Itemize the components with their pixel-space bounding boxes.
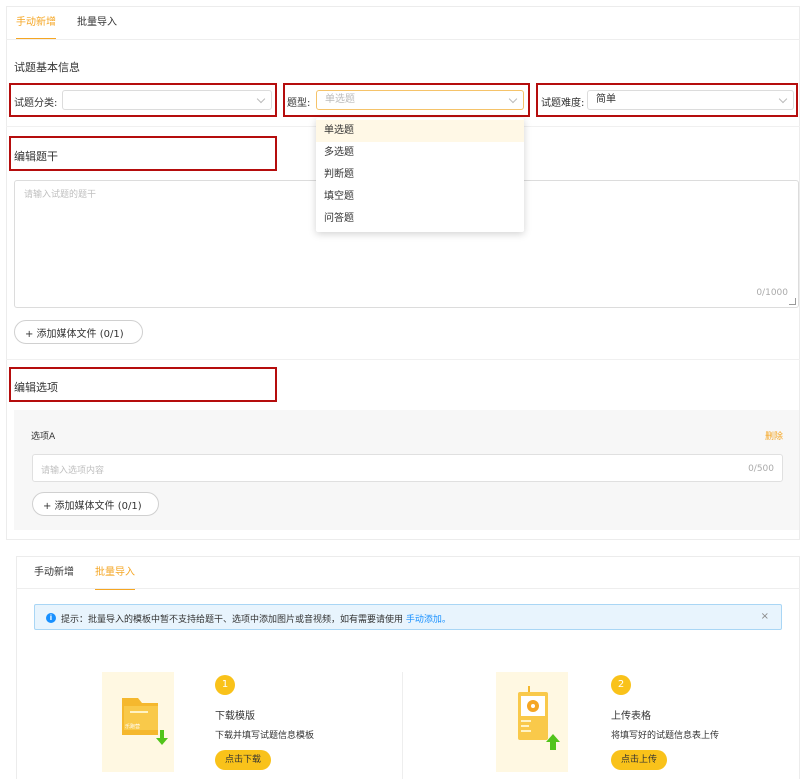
tab-manual-add[interactable]: 手动新增	[16, 6, 56, 40]
option-placeholder: 请输入选项内容	[41, 466, 105, 476]
bottom-tab-bar: 手动新增 批量导入	[34, 556, 135, 590]
delete-option-link[interactable]: 删除	[765, 429, 783, 442]
chevron-down-icon	[256, 94, 266, 104]
stem-placeholder: 请输入试题的题干	[24, 190, 97, 200]
sheet-upload-icon	[518, 686, 560, 750]
upload-button[interactable]: 点击上传	[611, 750, 668, 770]
svg-text:乐跑营: 乐跑营	[125, 723, 140, 730]
add-media-button[interactable]: + 添加媒体文件 (0/1)	[14, 320, 143, 344]
stem-title: 编辑题干	[14, 150, 58, 163]
step-1-badge: 1	[215, 675, 235, 695]
download-template-illustration: 乐跑营	[102, 672, 174, 772]
step-2-badge: 2	[611, 675, 631, 695]
type-option-essay[interactable]: 问答题	[316, 208, 524, 230]
top-tab-bar: 手动新增 批量导入	[16, 6, 117, 40]
option-a-card: 选项A 删除 请输入选项内容 0/500 + 添加媒体文件 (0/1)	[14, 410, 799, 530]
step-2-title: 上传表格	[611, 711, 651, 722]
difficulty-select[interactable]: 简单	[587, 90, 794, 110]
chevron-down-icon	[508, 94, 518, 104]
option-a-input[interactable]: 请输入选项内容 0/500	[32, 454, 783, 482]
option-a-label: 选项A	[31, 432, 56, 442]
info-icon: i	[46, 613, 56, 623]
section-divider	[6, 359, 800, 360]
option-counter: 0/500	[748, 464, 774, 474]
tab-batch-import[interactable]: 批量导入	[77, 6, 117, 40]
type-option-fill[interactable]: 填空题	[316, 186, 524, 208]
difficulty-label: 试题难度:	[541, 98, 585, 109]
resize-handle[interactable]	[789, 298, 796, 305]
download-button[interactable]: 点击下载	[215, 750, 272, 770]
folder-download-icon: 乐跑营	[122, 698, 168, 745]
tab-divider	[6, 39, 800, 40]
add-option-media-label: + 添加媒体文件 (0/1)	[43, 500, 142, 512]
stem-counter: 0/1000	[756, 288, 788, 298]
options-title: 编辑选项	[14, 381, 58, 394]
difficulty-value: 简单	[596, 94, 616, 105]
type-placeholder: 单选题	[325, 94, 355, 105]
import-tip-alert: i 提示：批量导入的模板中暂不支持给题干、选项中添加图片或音视频，如有需要请使用…	[34, 604, 782, 630]
steps-divider	[402, 672, 403, 779]
tab-manual-add[interactable]: 手动新增	[34, 556, 74, 590]
type-label: 题型:	[287, 98, 311, 109]
type-option-single[interactable]: 单选题	[316, 120, 524, 142]
step-1-title: 下载模版	[215, 711, 255, 722]
tab-batch-import[interactable]: 批量导入	[95, 556, 135, 590]
add-option-media-button[interactable]: + 添加媒体文件 (0/1)	[32, 492, 159, 516]
close-icon[interactable]: ×	[761, 611, 769, 622]
step-1-desc: 下载并填写试题信息模板	[215, 731, 315, 741]
upload-sheet-illustration	[496, 672, 568, 772]
manual-add-link[interactable]: 手动添加。	[406, 615, 451, 625]
tab-divider	[16, 588, 800, 589]
add-media-label: + 添加媒体文件 (0/1)	[25, 328, 124, 340]
type-option-multiple[interactable]: 多选题	[316, 142, 524, 164]
type-select[interactable]: 单选题	[316, 90, 524, 110]
type-dropdown-menu: 单选题 多选题 判断题 填空题 问答题	[316, 118, 524, 232]
category-label: 试题分类:	[14, 98, 58, 109]
type-option-judge[interactable]: 判断题	[316, 164, 524, 186]
chevron-down-icon	[778, 94, 788, 104]
basic-info-title: 试题基本信息	[14, 61, 80, 74]
step-2-desc: 将填写好的试题信息表上传	[611, 731, 720, 741]
category-select[interactable]	[62, 90, 272, 110]
alert-text: 提示：批量导入的模板中暂不支持给题干、选项中添加图片或音视频，如有需要请使用 手…	[61, 615, 451, 625]
